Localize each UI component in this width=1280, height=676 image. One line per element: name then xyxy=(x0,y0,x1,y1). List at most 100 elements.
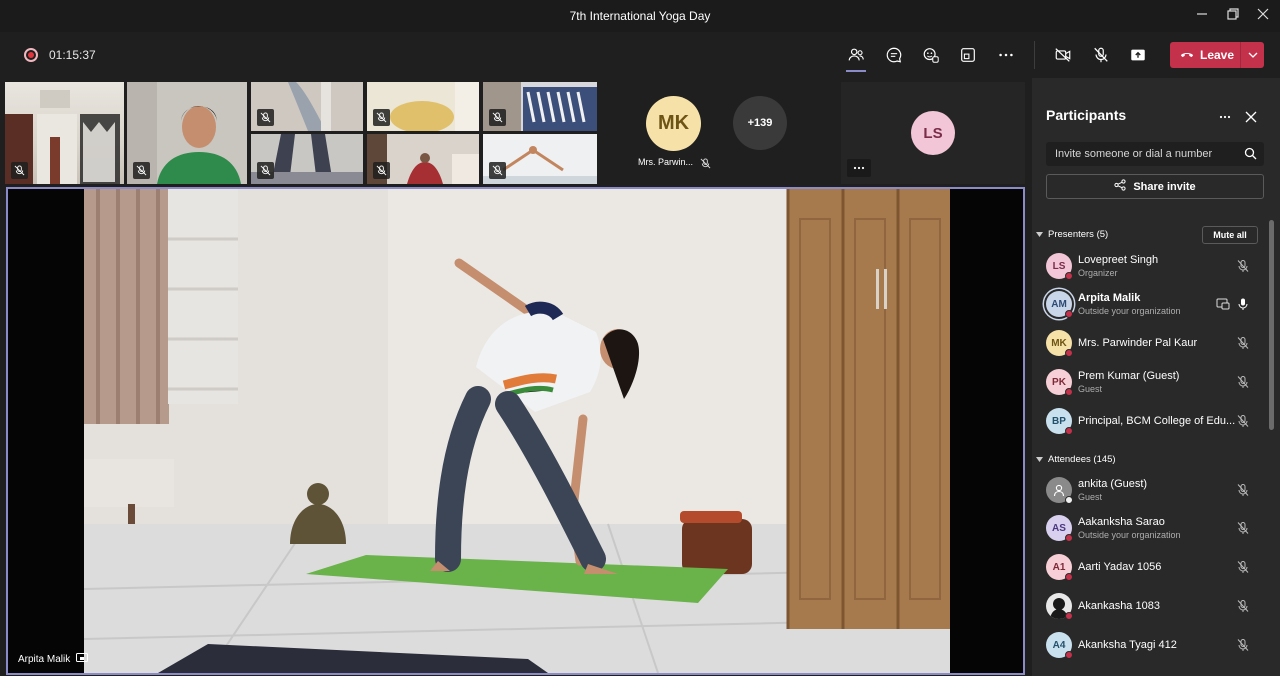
video-tile[interactable] xyxy=(251,134,363,184)
status-indicator xyxy=(1065,349,1073,357)
mic-off-icon[interactable] xyxy=(1236,599,1250,613)
panel-title: Participants xyxy=(1046,107,1127,123)
participant-name: Akankasha 1083 xyxy=(1078,600,1160,612)
more-options-icon[interactable] xyxy=(847,159,871,177)
mic-off-icon xyxy=(489,109,506,126)
participant-name: Prem Kumar (Guest) xyxy=(1078,370,1180,382)
mic-off-icon[interactable] xyxy=(1236,521,1250,535)
participant-row[interactable]: A1 Aarti Yadav 1056 xyxy=(1040,550,1262,586)
more-actions-icon[interactable] xyxy=(994,44,1018,66)
speaker-label: Arpita Malik xyxy=(18,653,89,666)
meeting-timer: 01:15:37 xyxy=(49,48,96,62)
camera-off-icon[interactable] xyxy=(1051,44,1075,66)
participant-name: Aakanksha Sarao xyxy=(1078,516,1165,528)
participant-role: Guest xyxy=(1078,384,1103,394)
leave-button[interactable]: Leave xyxy=(1170,42,1264,68)
avatar-tile[interactable]: MK Mrs. Parwin... +139 xyxy=(600,82,836,184)
invite-search-box[interactable] xyxy=(1046,142,1264,166)
avatar: MK xyxy=(646,96,701,151)
share-icon xyxy=(1114,179,1126,194)
status-indicator xyxy=(1065,651,1073,659)
overflow-count[interactable]: +139 xyxy=(733,96,787,150)
participant-role: Organizer xyxy=(1078,268,1118,278)
reactions-icon[interactable] xyxy=(919,44,943,66)
status-indicator xyxy=(1065,496,1073,504)
participant-name: Principal, BCM College of Edu... xyxy=(1078,415,1236,427)
participant-row[interactable]: Akankasha 1083 xyxy=(1040,589,1262,625)
video-tile[interactable] xyxy=(5,82,124,184)
participant-name: ankita (Guest) xyxy=(1078,478,1148,490)
participant-name: Mrs. Parwinder Pal Kaur xyxy=(1078,337,1198,349)
mic-off-icon[interactable] xyxy=(1236,414,1250,428)
chevron-down-icon xyxy=(1036,454,1043,465)
invite-search-input[interactable] xyxy=(1046,142,1236,166)
breakout-rooms-icon[interactable] xyxy=(956,44,980,66)
status-indicator xyxy=(1065,272,1073,280)
status-indicator xyxy=(1065,612,1073,620)
search-icon[interactable] xyxy=(1244,147,1257,165)
video-tile[interactable] xyxy=(127,82,247,184)
chevron-down-icon[interactable] xyxy=(1241,50,1264,61)
recording-icon xyxy=(24,48,38,62)
participant-name: Akanksha Tyagi 412 xyxy=(1078,639,1177,651)
mic-off-icon xyxy=(489,162,506,179)
share-invite-label: Share invite xyxy=(1133,180,1196,193)
avatar-tile[interactable]: LS xyxy=(841,82,1025,184)
participant-row[interactable]: PK Prem Kumar (Guest) Guest xyxy=(1040,365,1262,401)
mic-off-icon xyxy=(373,109,390,126)
participants-icon[interactable] xyxy=(844,44,868,72)
participant-row[interactable]: AM Arpita Malik Outside your organizatio… xyxy=(1040,287,1262,323)
mic-off-icon[interactable] xyxy=(1236,483,1250,497)
status-indicator xyxy=(1065,310,1073,318)
avatar: LS xyxy=(911,111,955,155)
participant-role: Outside your organization xyxy=(1078,306,1181,316)
close-window-icon[interactable] xyxy=(1253,6,1273,26)
participant-name: Mrs. Parwin... xyxy=(638,157,694,167)
minimize-icon[interactable] xyxy=(1192,6,1212,26)
mic-icon[interactable] xyxy=(1236,297,1250,311)
more-options-icon[interactable] xyxy=(1218,110,1232,124)
attendees-section-header[interactable]: Attendees (145) xyxy=(1036,454,1116,465)
participant-row[interactable]: LS Lovepreet Singh Organizer xyxy=(1040,249,1262,285)
status-indicator xyxy=(1065,534,1073,542)
screen-share-icon xyxy=(76,653,89,666)
participant-row[interactable]: MK Mrs. Parwinder Pal Kaur xyxy=(1040,326,1262,362)
chat-icon[interactable] xyxy=(882,44,906,66)
mute-all-button[interactable]: Mute all xyxy=(1202,226,1258,244)
presenters-section-header[interactable]: Presenters (5) xyxy=(1036,229,1108,240)
chevron-down-icon xyxy=(1036,229,1043,240)
video-tile[interactable] xyxy=(367,82,479,131)
toolbar-divider xyxy=(1034,41,1035,69)
panel-scrollbar[interactable] xyxy=(1269,220,1274,430)
video-tile[interactable] xyxy=(483,134,597,184)
participant-name: Aarti Yadav 1056 xyxy=(1078,561,1162,573)
video-tile[interactable] xyxy=(483,82,597,131)
main-video-feed xyxy=(8,189,1023,673)
mic-off-icon[interactable] xyxy=(1236,259,1250,273)
participant-row[interactable]: BP Principal, BCM College of Edu... xyxy=(1040,404,1262,440)
main-video[interactable]: Arpita Malik xyxy=(6,187,1025,675)
share-screen-icon[interactable] xyxy=(1126,44,1150,66)
status-indicator xyxy=(1065,388,1073,396)
status-indicator xyxy=(1065,427,1073,435)
window-title: 7th International Yoga Day xyxy=(569,9,711,23)
leave-label: Leave xyxy=(1200,48,1235,62)
participant-row[interactable]: ankita (Guest) Guest xyxy=(1040,473,1262,509)
close-icon[interactable] xyxy=(1244,110,1258,124)
video-tile[interactable] xyxy=(367,134,479,184)
mic-off-icon[interactable] xyxy=(1236,336,1250,350)
mic-off-icon xyxy=(133,162,150,179)
video-tile[interactable] xyxy=(251,82,363,131)
participant-row[interactable]: AS Aakanksha Sarao Outside your organiza… xyxy=(1040,511,1262,547)
participant-row[interactable]: A4 Akanksha Tyagi 412 xyxy=(1040,628,1262,664)
participant-role: Guest xyxy=(1078,492,1103,502)
participant-name: Lovepreet Singh xyxy=(1078,254,1159,266)
share-invite-button[interactable]: Share invite xyxy=(1046,174,1264,199)
presenters-header: Presenters (5) xyxy=(1048,229,1109,240)
mic-off-icon[interactable] xyxy=(1236,560,1250,574)
mic-off-icon[interactable] xyxy=(1236,638,1250,652)
mic-off-icon[interactable] xyxy=(1236,375,1250,389)
mic-off-icon[interactable] xyxy=(1089,44,1113,66)
restore-icon[interactable] xyxy=(1223,6,1243,26)
status-indicator xyxy=(1065,573,1073,581)
